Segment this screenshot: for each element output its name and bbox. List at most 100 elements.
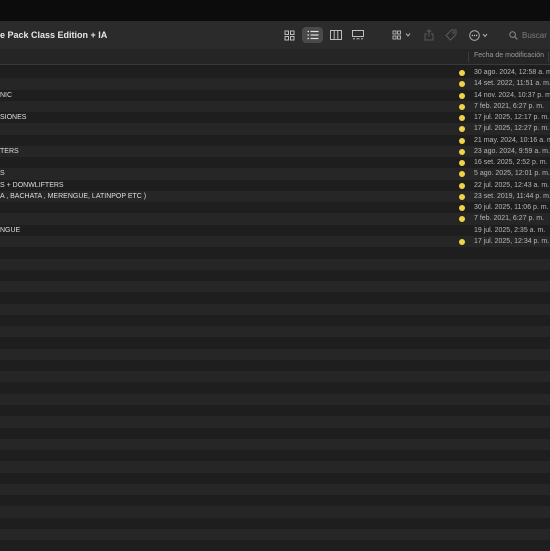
file-list: 30 ago. 2024, 12:58 a. m. 14 set. 2022, 1… xyxy=(0,67,550,551)
empty-row xyxy=(0,438,550,451)
more-actions-button[interactable] xyxy=(467,27,491,43)
yellow-tag-icon xyxy=(459,160,465,167)
gallery-view-button[interactable] xyxy=(349,27,367,43)
grid-icon xyxy=(284,30,294,40)
window-title: e Pack Class Edition + IA xyxy=(0,30,108,40)
empty-row xyxy=(0,348,550,360)
empty-row xyxy=(0,359,550,372)
grouping-icon xyxy=(392,30,411,40)
empty-row xyxy=(0,247,550,259)
search-field[interactable]: Buscar xyxy=(509,27,550,43)
empty-row xyxy=(0,371,550,383)
file-name: NIC xyxy=(0,91,13,99)
file-row[interactable]: S + DONWLIFTERS 22 jul. 2025, 12:43 a. m. xyxy=(0,179,550,191)
empty-row xyxy=(0,314,550,327)
empty-row xyxy=(0,382,550,394)
empty-row xyxy=(0,269,550,282)
file-date-modified: 21 may. 2024, 10:16 a. m. xyxy=(474,136,550,144)
empty-row xyxy=(0,506,550,518)
file-date-modified: 30 ago. 2024, 12:58 a. m. xyxy=(474,69,550,76)
empty-row xyxy=(0,292,550,304)
search-placeholder: Buscar xyxy=(522,30,547,40)
list-view-button[interactable] xyxy=(302,27,323,43)
file-name: TERS xyxy=(0,147,19,155)
file-date-modified: 7 feb. 2021, 6:27 p. m. xyxy=(474,102,545,110)
share-button[interactable] xyxy=(421,27,437,43)
list-icon xyxy=(307,30,318,40)
file-date-modified: 5 ago. 2025, 12:01 p. m. xyxy=(474,170,550,178)
empty-row xyxy=(0,258,550,270)
file-date-modified: 7 feb. 2021, 6:27 p. m. xyxy=(474,215,545,223)
yellow-tag-icon xyxy=(459,92,465,99)
yellow-tag-icon xyxy=(459,238,465,245)
file-row[interactable]: 30 jul. 2025, 11:06 p. m. xyxy=(0,202,550,214)
file-date-modified: 17 jul. 2025, 12:17 p. m. xyxy=(474,114,550,122)
file-row[interactable]: NIC 14 nov. 2024, 10:37 p. m. xyxy=(0,89,550,101)
file-row[interactable]: 16 set. 2025, 2:52 p. m. xyxy=(0,157,550,169)
file-date-modified: 19 jul. 2025, 2:35 a. m. xyxy=(474,226,546,234)
file-date-modified: 17 jul. 2025, 12:34 p. m. xyxy=(474,237,550,245)
empty-row xyxy=(0,517,550,529)
yellow-tag-icon xyxy=(459,171,465,178)
file-row[interactable]: 17 jul. 2025, 12:27 p. m. xyxy=(0,123,550,135)
file-row[interactable]: SIONES 17 jul. 2025, 12:17 p. m. xyxy=(0,112,550,124)
empty-row xyxy=(0,450,550,462)
empty-row xyxy=(0,483,550,496)
tag-button[interactable] xyxy=(443,27,459,43)
file-date-modified: 23 ago. 2024, 9:59 a. m. xyxy=(474,147,550,155)
column-view-button[interactable] xyxy=(327,27,345,43)
yellow-tag-icon xyxy=(459,193,465,200)
file-row[interactable]: 17 jul. 2025, 12:34 p. m. xyxy=(0,235,550,248)
yellow-tag-icon xyxy=(459,137,465,144)
yellow-tag-icon xyxy=(459,70,465,76)
yellow-tag-icon xyxy=(459,148,465,155)
top-bar xyxy=(0,0,550,21)
file-date-modified: 22 jul. 2025, 12:43 a. m. xyxy=(474,181,550,189)
file-row[interactable]: 14 set. 2022, 11:51 a. m. xyxy=(0,78,550,90)
empty-row xyxy=(0,337,550,349)
finder-toolbar: e Pack Class Edition + IA Buscar xyxy=(0,21,550,50)
yellow-tag-icon xyxy=(459,205,465,212)
yellow-tag-icon xyxy=(459,103,465,110)
file-name: A , BACHATA , MERENGUE, LATINPOP ETC ) xyxy=(0,192,147,200)
group-by-button[interactable] xyxy=(390,27,414,43)
share-icon xyxy=(424,29,434,41)
yellow-tag-icon xyxy=(459,126,465,133)
gallery-icon xyxy=(352,30,364,40)
yellow-tag-icon xyxy=(459,81,465,88)
file-date-modified: 23 set. 2019, 11:44 p. m. xyxy=(474,192,550,200)
empty-row xyxy=(0,404,550,417)
yellow-tag-icon xyxy=(459,115,465,122)
empty-row xyxy=(0,427,550,439)
file-name: NGUE xyxy=(0,226,21,234)
empty-row xyxy=(0,416,550,428)
file-date-modified: 14 set. 2022, 11:51 a. m. xyxy=(474,80,550,88)
list-header: Fecha de modificación xyxy=(0,49,550,65)
empty-row xyxy=(0,303,550,315)
search-icon xyxy=(509,30,518,40)
empty-row xyxy=(0,326,550,338)
ellipsis-circle-icon xyxy=(469,29,488,41)
columns-icon xyxy=(330,30,342,40)
empty-row xyxy=(0,495,550,507)
file-row[interactable]: 30 ago. 2024, 12:58 a. m. xyxy=(0,67,550,79)
icon-view-button[interactable] xyxy=(280,27,298,43)
empty-row xyxy=(0,281,550,293)
file-row[interactable]: 21 may. 2024, 10:16 a. m. xyxy=(0,134,550,146)
file-row[interactable]: 7 feb. 2021, 6:27 p. m. xyxy=(0,100,550,113)
file-date-modified: 14 nov. 2024, 10:37 p. m. xyxy=(474,91,550,99)
file-date-modified: 30 jul. 2025, 11:06 p. m. xyxy=(474,204,549,212)
column-header-date-modified[interactable]: Fecha de modificación xyxy=(474,52,544,59)
file-row[interactable]: NGUE 19 jul. 2025, 2:35 a. m. xyxy=(0,224,550,236)
file-name: S + DONWLIFTERS xyxy=(0,181,64,189)
yellow-tag-icon xyxy=(459,216,465,223)
empty-row xyxy=(0,461,550,473)
file-row[interactable]: A , BACHATA , MERENGUE, LATINPOP ETC ) 23… xyxy=(0,190,550,203)
file-date-modified: 16 set. 2025, 2:52 p. m. xyxy=(474,159,548,167)
empty-row xyxy=(0,528,550,541)
file-row[interactable]: TERS 23 ago. 2024, 9:59 a. m. xyxy=(0,145,550,158)
empty-row xyxy=(0,393,550,405)
file-row[interactable]: S 5 ago. 2025, 12:01 p. m. xyxy=(0,168,550,180)
file-row[interactable]: 7 feb. 2021, 6:27 p. m. xyxy=(0,213,550,225)
column-divider xyxy=(468,52,469,62)
